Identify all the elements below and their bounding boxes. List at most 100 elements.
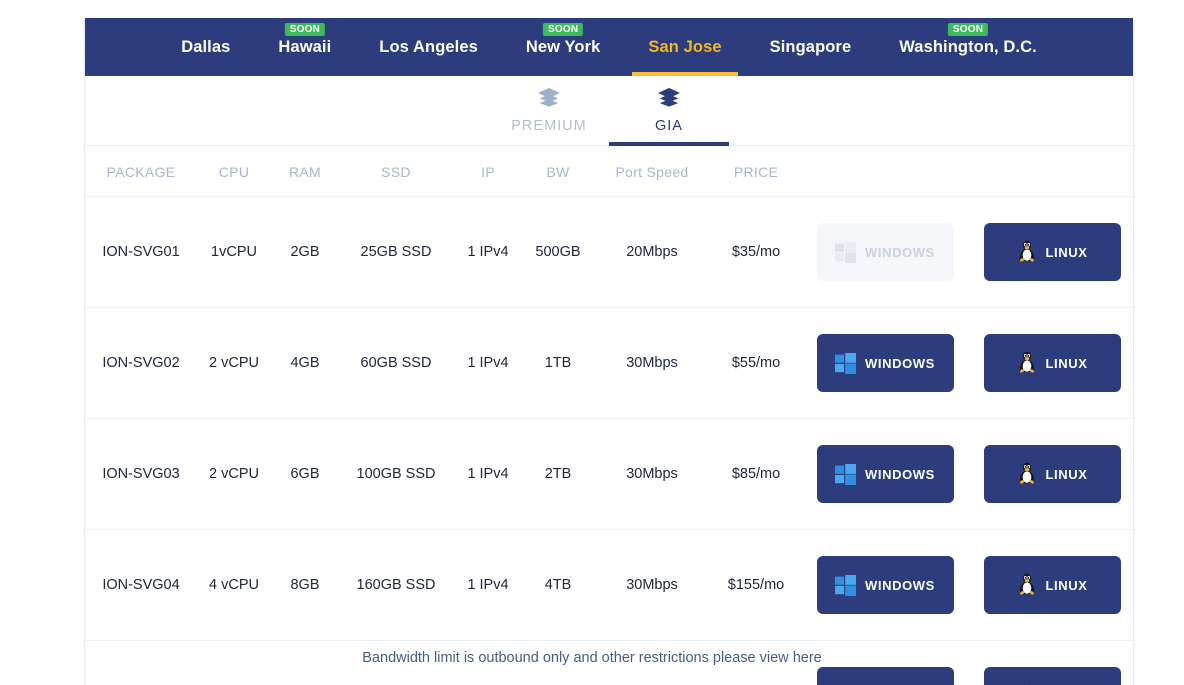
location-tab-label: New York: [525, 38, 601, 56]
location-tab-san-jose[interactable]: San Jose: [624, 18, 745, 76]
cell-ram: 6GB: [271, 418, 339, 530]
linux-order-button[interactable]: LINUX: [983, 334, 1121, 392]
linux-penguin-icon: [1017, 351, 1037, 376]
linux-penguin-icon: [1017, 240, 1037, 265]
cell-port-speed: 30Mbps: [593, 307, 711, 419]
soon-badge: SOON: [543, 23, 584, 36]
column-header-win-action: [801, 146, 969, 197]
table-header-row: PACKAGE CPU RAM SSD IP BW Port Speed PRICE: [85, 146, 1135, 197]
plans-table-body: ION-SVG01 1vCPU 2GB 25GB SSD 1 IPv4 500GB 20Mb…: [85, 196, 1135, 685]
column-header-port-speed: Port Speed: [593, 146, 711, 197]
plans-table-head: PACKAGE CPU RAM SSD IP BW Port Speed PRICE: [85, 146, 1135, 197]
location-tab-singapore[interactable]: Singapore: [746, 18, 876, 76]
table-row: ION-SVG02 2 vCPU 4GB 60GB SSD 1 IPv4 1TB 30Mbp…: [85, 307, 1135, 419]
location-nav: Dallas SOON Hawaii Los Angeles SOON New York S…: [85, 18, 1133, 76]
location-tab-label: Washington, D.C.: [899, 38, 1037, 56]
location-tab-new-york[interactable]: SOON New York: [502, 18, 624, 76]
windows-logo-icon: [835, 352, 857, 374]
linux-button-label: LINUX: [1045, 466, 1088, 482]
plans-table: PACKAGE CPU RAM SSD IP BW Port Speed PRICE ION-…: [85, 146, 1135, 685]
cell-bw: 500GB: [523, 196, 593, 308]
cell-ram: 8GB: [271, 529, 339, 641]
cell-price: $55/mo: [711, 307, 801, 419]
table-row: ION-SVG03 2 vCPU 6GB 100GB SSD 1 IPv4 2TB 30Mb…: [85, 418, 1135, 530]
windows-button-label: WINDOWS: [865, 466, 935, 482]
location-tab-hawaii[interactable]: SOON Hawaii: [254, 18, 355, 76]
linux-order-button[interactable]: LINUX: [983, 445, 1121, 503]
cell-ssd: 100GB SSD: [339, 418, 453, 530]
location-tab-label: San Jose: [648, 38, 722, 56]
cell-bw: 2TB: [523, 418, 593, 530]
cell-ssd: 60GB SSD: [339, 307, 453, 419]
cell-cpu: 4 vCPU: [197, 529, 271, 641]
cell-linux-action: LINUX: [969, 418, 1135, 530]
footnote: Bandwidth limit is outbound only and oth…: [0, 650, 1184, 666]
windows-order-button[interactable]: WINDOWS: [816, 667, 954, 685]
cell-windows-action: WINDOWS: [801, 418, 969, 530]
table-row: ION-SVG01 1vCPU 2GB 25GB SSD 1 IPv4 500GB 20Mb…: [85, 196, 1135, 308]
column-header-linux-action: [969, 146, 1135, 197]
cell-bw: 1TB: [523, 307, 593, 419]
cell-ssd: 160GB SSD: [339, 529, 453, 641]
cell-ip: 1 IPv4: [453, 307, 523, 419]
location-tab-los-angeles[interactable]: Los Angeles: [355, 18, 502, 76]
windows-button-label: WINDOWS: [865, 355, 935, 371]
windows-logo-icon: [835, 463, 857, 485]
column-header-ram: RAM: [271, 146, 339, 197]
cell-windows-action: WINDOWS: [801, 307, 969, 419]
cell-windows-action: WINDOWS: [801, 529, 969, 641]
windows-logo-icon: [835, 574, 857, 596]
windows-order-button[interactable]: WINDOWS: [816, 445, 954, 503]
windows-logo-icon: [835, 241, 857, 263]
column-header-price: PRICE: [711, 146, 801, 197]
cell-port-speed: 30Mbps: [593, 529, 711, 641]
cell-linux-action: LINUX: [969, 529, 1135, 641]
windows-button-label: WINDOWS: [865, 577, 935, 593]
pricing-card: Dallas SOON Hawaii Los Angeles SOON New York S…: [84, 18, 1135, 685]
location-tab-washington-d-c[interactable]: SOON Washington, D.C.: [875, 18, 1061, 76]
cell-price: $155/mo: [711, 529, 801, 641]
cell-ram: 4GB: [271, 307, 339, 419]
cell-bw: 4TB: [523, 529, 593, 641]
column-header-ip: IP: [453, 146, 523, 197]
location-tab-label: Dallas: [181, 38, 231, 56]
location-tab-label: Singapore: [769, 38, 852, 56]
plan-tab-gia[interactable]: GIA: [609, 75, 729, 146]
windows-button-label: WINDOWS: [865, 244, 935, 260]
linux-order-button[interactable]: LINUX: [983, 667, 1121, 685]
linux-order-button[interactable]: LINUX: [983, 556, 1121, 614]
cell-ip: 1 IPv4: [453, 196, 523, 308]
cell-price: $35/mo: [711, 196, 801, 308]
cell-price: $85/mo: [711, 418, 801, 530]
cell-cpu: 2 vCPU: [197, 418, 271, 530]
location-tab-label: Hawaii: [278, 38, 332, 56]
plan-tab-label: PREMIUM: [511, 117, 587, 134]
windows-order-button[interactable]: WINDOWS: [816, 556, 954, 614]
column-header-ssd: SSD: [339, 146, 453, 197]
plan-type-tabs: PREMIUM GIA: [85, 76, 1133, 146]
column-header-package: PACKAGE: [85, 146, 197, 197]
cell-package: ION-SVG01: [85, 196, 197, 308]
plan-tab-premium[interactable]: PREMIUM: [489, 75, 609, 145]
linux-order-button[interactable]: LINUX: [983, 223, 1121, 281]
footnote-here-link[interactable]: here: [793, 650, 822, 666]
soon-badge: SOON: [284, 23, 325, 36]
cell-ip: 1 IPv4: [453, 529, 523, 641]
cell-port-speed: 30Mbps: [593, 418, 711, 530]
windows-order-button: WINDOWS: [816, 223, 954, 281]
linux-penguin-icon: [1017, 462, 1037, 487]
cell-package: ION-SVG04: [85, 529, 197, 641]
layers-icon: [657, 87, 681, 112]
cell-linux-action: LINUX: [969, 196, 1135, 308]
cell-port-speed: 20Mbps: [593, 196, 711, 308]
linux-button-label: LINUX: [1045, 244, 1088, 260]
cell-package: ION-SVG03: [85, 418, 197, 530]
pricing-page: Dallas SOON Hawaii Los Angeles SOON New York S…: [0, 0, 1184, 685]
windows-order-button[interactable]: WINDOWS: [816, 334, 954, 392]
location-tab-dallas[interactable]: Dallas: [157, 18, 254, 76]
cell-linux-action: LINUX: [969, 307, 1135, 419]
footnote-text: Bandwidth limit is outbound only and oth…: [362, 650, 793, 666]
cell-ram: 2GB: [271, 196, 339, 308]
location-tab-label: Los Angeles: [379, 38, 478, 56]
linux-penguin-icon: [1017, 573, 1037, 598]
